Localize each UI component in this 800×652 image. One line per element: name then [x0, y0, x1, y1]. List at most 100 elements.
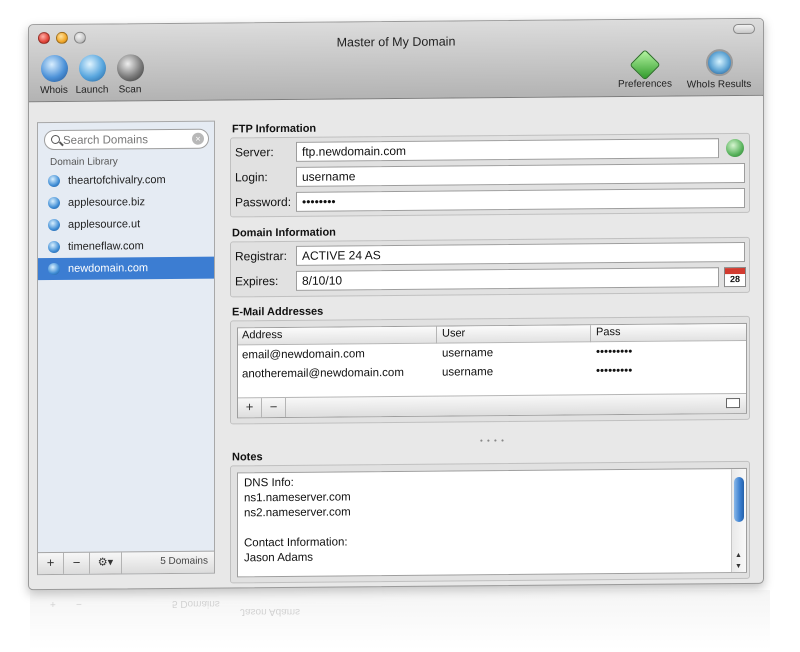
column-divider — [436, 326, 437, 344]
registrar-row: Registrar: ACTIVE 24 AS — [231, 241, 749, 267]
globe-whois-icon — [40, 54, 68, 83]
email-address: email@newdomain.com — [242, 348, 365, 362]
preferences-label: Preferences — [618, 78, 672, 91]
email-table: Address User Pass email@newdomain.com us… — [237, 322, 747, 419]
expires-row: Expires: 8/10/10 28 — [231, 266, 749, 292]
remove-email-button[interactable]: − — [262, 397, 286, 418]
expires-label: Expires: — [235, 274, 279, 289]
note-line: DNS Info: — [244, 476, 294, 490]
note-line: Jason Adams — [244, 551, 314, 565]
server-field[interactable]: ftp.newdomain.com — [296, 138, 719, 162]
titlebar: Master of My Domain Whois Launch Scan Pr… — [29, 18, 763, 103]
server-label: Server: — [235, 145, 274, 160]
notes-scrollbar[interactable]: ▲ ▼ — [731, 468, 746, 573]
registrar-field[interactable]: ACTIVE 24 AS — [296, 241, 745, 266]
whois-results-button[interactable]: WhoIs Results — [681, 49, 757, 91]
email-section-title: E-Mail Addresses — [232, 305, 324, 319]
note-line: Contact Information: — [244, 536, 348, 550]
column-address[interactable]: Address — [242, 329, 282, 341]
add-email-button[interactable]: + — [238, 398, 262, 418]
scroll-up-arrow-icon[interactable]: ▲ — [735, 552, 742, 559]
scroll-thumb[interactable] — [734, 476, 744, 523]
login-field[interactable]: username — [296, 162, 745, 187]
note-line: ns1.nameserver.com — [244, 491, 351, 505]
domain-name: applesource.biz — [68, 196, 146, 209]
mail-icon[interactable] — [726, 397, 740, 409]
domain-item[interactable]: theartofchivalry.com — [38, 169, 214, 193]
login-label: Login: — [235, 170, 268, 185]
search-field[interactable]: × — [44, 128, 209, 151]
detail-pane: FTP Information Server: ftp.newdomain.co… — [220, 116, 761, 584]
email-user: username — [442, 366, 494, 379]
note-line: ns2.nameserver.com — [244, 506, 351, 520]
domain-name: applesource.ut — [68, 218, 141, 231]
column-divider — [590, 325, 591, 343]
app-window: Master of My Domain Whois Launch Scan Pr… — [28, 17, 764, 591]
email-address: anotheremail@newdomain.com — [242, 366, 404, 381]
domain-item[interactable]: timeneflaw.com — [38, 235, 214, 259]
column-pass[interactable]: Pass — [596, 326, 620, 338]
clear-search-icon[interactable]: × — [192, 132, 204, 145]
password-label: Password: — [235, 194, 292, 210]
domain-count: 5 Domains — [160, 555, 208, 568]
reflection-notes-line: Jason Adams — [240, 606, 301, 617]
remove-domain-button[interactable]: − — [64, 552, 90, 574]
scroll-down-arrow-icon[interactable]: ▼ — [735, 563, 742, 570]
whois-results-label: WhoIs Results — [686, 78, 752, 91]
sidebar-footer: + − ⚙▾ 5 Domains — [38, 550, 214, 575]
scan-label: Scan — [118, 84, 142, 96]
domain-group: Registrar: ACTIVE 24 AS Expires: 8/10/10… — [230, 236, 750, 298]
globe-icon — [48, 218, 60, 232]
domain-item-selected[interactable]: newdomain.com — [38, 256, 214, 281]
preferences-button[interactable]: Preferences — [613, 49, 677, 91]
ftp-group: Server: ftp.newdomain.com Login: usernam… — [230, 132, 750, 218]
action-menu-button[interactable]: ⚙▾ — [90, 552, 122, 574]
add-domain-button[interactable]: + — [38, 552, 64, 575]
password-field[interactable]: •••••••• — [296, 187, 745, 212]
column-user[interactable]: User — [442, 327, 465, 339]
scan-button[interactable]: Scan — [105, 54, 155, 95]
globe-launch-icon — [78, 54, 106, 82]
domain-name: timeneflaw.com — [68, 240, 144, 253]
email-user: username — [442, 347, 494, 360]
stage: Master of My Domain Whois Launch Scan Pr… — [0, 0, 800, 652]
notes-textarea[interactable]: DNS Info: ns1.nameserver.com ns2.nameser… — [237, 467, 747, 578]
reflection-add: + — [50, 598, 56, 609]
globe-icon — [48, 262, 60, 276]
email-pass: ••••••••• — [596, 364, 633, 378]
expires-field[interactable]: 8/10/10 — [296, 267, 719, 291]
domain-name: newdomain.com — [68, 262, 149, 275]
password-row: Password: •••••••• — [231, 187, 749, 213]
window-reflection: + − 5 Domains Jason Adams — [30, 590, 770, 650]
preferences-icon — [629, 49, 661, 81]
email-table-footer: + − — [238, 392, 746, 418]
globe-icon — [48, 196, 60, 210]
notes-section-title: Notes — [232, 451, 263, 464]
domain-sidebar: × Domain Library theartofchivalry.com ap… — [37, 120, 215, 576]
domain-name: theartofchivalry.com — [68, 174, 166, 187]
search-icon — [51, 134, 60, 145]
refresh-icon[interactable] — [726, 138, 744, 158]
reflection-remove: − — [76, 598, 82, 609]
ftp-section-title: FTP Information — [232, 122, 317, 136]
globe-icon — [48, 174, 60, 188]
domain-list: theartofchivalry.com applesource.biz app… — [38, 169, 214, 281]
domain-section-title: Domain Information — [232, 226, 336, 240]
search-input[interactable] — [63, 131, 188, 148]
domain-library-header: Domain Library — [50, 156, 118, 169]
email-group: Address User Pass email@newdomain.com us… — [230, 315, 750, 425]
email-pass: ••••••••• — [596, 345, 633, 359]
calendar-icon[interactable]: 28 — [724, 266, 746, 288]
table-row[interactable]: anotheremail@newdomain.com username ••••… — [238, 361, 746, 384]
domain-item[interactable]: applesource.ut — [38, 213, 214, 237]
server-row: Server: ftp.newdomain.com — [231, 138, 749, 163]
domain-item[interactable]: applesource.biz — [38, 191, 214, 215]
whois-results-icon — [705, 49, 733, 77]
reflection-count: 5 Domains — [172, 598, 220, 609]
split-view-grip[interactable]: • • • • — [480, 436, 505, 445]
globe-icon — [48, 240, 60, 254]
login-row: Login: username — [231, 162, 749, 188]
registrar-label: Registrar: — [235, 248, 288, 264]
notes-group: DNS Info: ns1.nameserver.com ns2.nameser… — [230, 460, 750, 584]
scan-icon — [116, 54, 144, 82]
